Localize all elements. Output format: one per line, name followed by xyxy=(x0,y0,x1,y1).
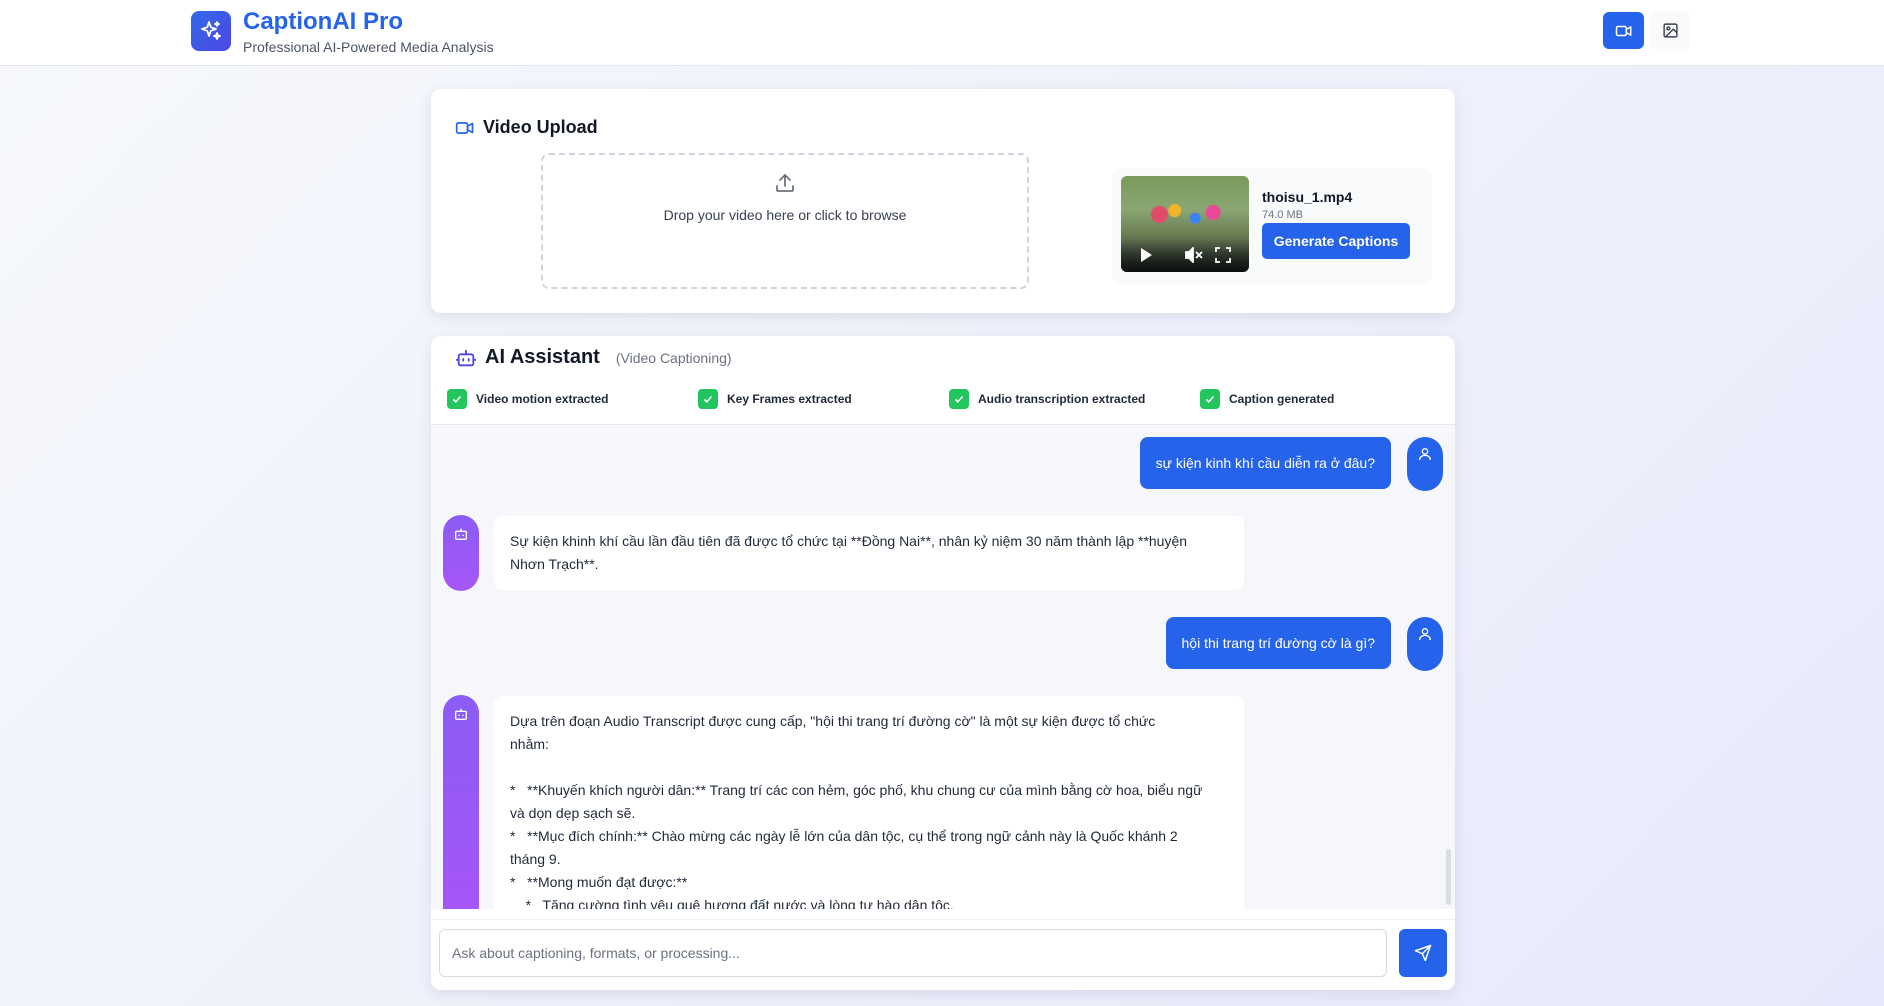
ai-assistant-card: AI Assistant (Video Captioning) Video mo… xyxy=(431,336,1455,990)
user-message: hội thi trang trí đường cờ là gì? xyxy=(1165,617,1391,669)
check-icon xyxy=(1200,389,1220,409)
upload-title: Video Upload xyxy=(483,117,598,137)
assistant-header: AI Assistant (Video Captioning) xyxy=(455,346,732,369)
step-label: Key Frames extracted xyxy=(727,392,852,406)
chat-messages[interactable]: sự kiện kinh khí cầu diễn ra ở đâu? Sự k… xyxy=(431,425,1455,909)
app-subtitle: Professional AI-Powered Media Analysis xyxy=(243,39,494,55)
check-icon xyxy=(949,389,969,409)
step-label: Video motion extracted xyxy=(476,392,609,406)
fullscreen-icon[interactable] xyxy=(1215,247,1231,263)
video-icon xyxy=(455,121,474,134)
file-size: 74.0 MB xyxy=(1262,209,1303,221)
step-label: Audio transcription extracted xyxy=(978,392,1146,406)
bot-message-line: Dựa trên đoạn Audio Transcript được cung… xyxy=(510,713,1156,729)
file-name: thoisu_1.mp4 xyxy=(1262,189,1353,205)
user-icon xyxy=(1419,448,1431,461)
app-header: CaptionAI Pro Professional AI-Powered Me… xyxy=(0,0,1884,66)
uploaded-file-card: thoisu_1.mp4 74.0 MB Generate Captions xyxy=(1112,168,1432,284)
mute-icon[interactable] xyxy=(1185,247,1203,263)
check-icon xyxy=(447,389,467,409)
processing-steps: Video motion extracted Key Frames extrac… xyxy=(447,389,1447,413)
bot-message-line: và dọn dẹp sạch sẽ. xyxy=(510,805,636,821)
chat-input[interactable] xyxy=(439,929,1387,977)
bot-message: Dựa trên đoạn Audio Transcript được cung… xyxy=(494,696,1244,909)
check-icon xyxy=(698,389,718,409)
video-upload-card: Video Upload Drop your video here or cli… xyxy=(431,89,1455,313)
bot-avatar xyxy=(443,695,479,909)
bot-message-line: nhằm: xyxy=(510,736,549,752)
step-caption-generated: Caption generated xyxy=(1200,389,1334,409)
assistant-title: AI Assistant xyxy=(485,346,600,368)
play-icon[interactable] xyxy=(1139,247,1153,263)
upload-icon xyxy=(776,174,794,192)
send-button[interactable] xyxy=(1399,929,1447,977)
bot-icon xyxy=(455,708,467,720)
step-key-frames: Key Frames extracted xyxy=(698,389,852,409)
chat-scrollbar[interactable] xyxy=(1446,849,1451,905)
video-mode-button[interactable] xyxy=(1603,12,1644,49)
step-audio-transcription: Audio transcription extracted xyxy=(949,389,1145,409)
bot-message-line xyxy=(510,756,1228,779)
bot-message-line: * **Khuyến khích người dân:** Trang trí … xyxy=(510,782,1203,798)
upload-header: Video Upload xyxy=(455,117,598,138)
bot-message-line: * Tăng cường tình yêu quê hương đất nước… xyxy=(510,897,954,909)
bot-message-line: tháng 9. xyxy=(510,851,561,867)
bot-message-line: Nhơn Trạch**. xyxy=(510,556,599,572)
send-icon xyxy=(1414,944,1432,962)
bot-message: Sự kiện khinh khí cầu lần đầu tiên đã đư… xyxy=(494,516,1244,590)
user-icon xyxy=(1419,628,1431,641)
bot-message-line: * **Mong muốn đạt được:** xyxy=(510,874,688,890)
video-icon xyxy=(1615,25,1631,36)
step-label: Caption generated xyxy=(1229,392,1335,406)
image-icon xyxy=(1663,23,1678,38)
step-video-motion: Video motion extracted xyxy=(447,389,608,409)
bot-avatar xyxy=(443,515,479,591)
sparkles-icon xyxy=(191,11,231,51)
app-title: CaptionAI Pro xyxy=(243,8,403,35)
video-controls xyxy=(1121,238,1249,272)
user-avatar xyxy=(1407,437,1443,491)
video-dropzone[interactable]: Drop your video here or click to browse xyxy=(541,153,1029,289)
user-message-text: hội thi trang trí đường cờ là gì? xyxy=(1165,617,1391,669)
bot-icon xyxy=(455,349,477,366)
user-message-text: sự kiện kinh khí cầu diễn ra ở đâu? xyxy=(1139,437,1391,489)
user-avatar xyxy=(1407,617,1443,671)
bot-icon xyxy=(455,528,467,540)
assistant-subtitle: (Video Captioning) xyxy=(615,349,732,366)
generate-captions-button[interactable]: Generate Captions xyxy=(1262,223,1410,259)
dropzone-text: Drop your video here or click to browse xyxy=(663,207,907,223)
image-mode-button[interactable] xyxy=(1650,12,1691,49)
chat-input-bar xyxy=(431,919,1455,990)
video-preview[interactable] xyxy=(1121,176,1249,272)
bot-message-line: Sự kiện khinh khí cầu lần đầu tiên đã đư… xyxy=(510,533,1188,549)
bot-message-line: * **Mục đích chính:** Chào mừng các ngày… xyxy=(510,828,1178,844)
user-message: sự kiện kinh khí cầu diễn ra ở đâu? xyxy=(1139,437,1391,489)
